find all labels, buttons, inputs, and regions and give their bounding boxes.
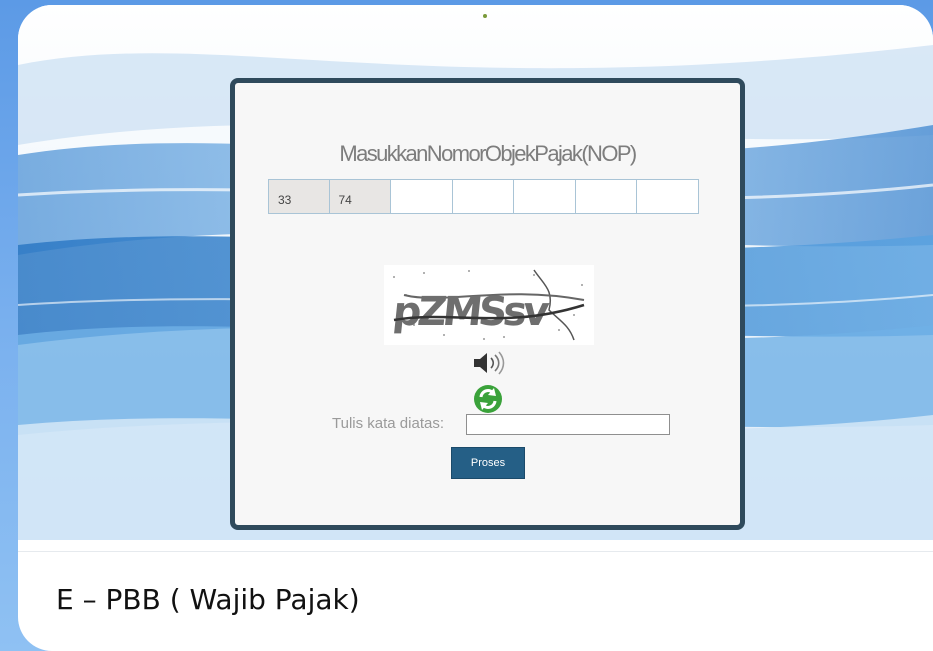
slide: MasukkanNomorObjekPajak(NOP) 33 74 pZMSs… [18, 5, 933, 651]
captcha-input[interactable] [466, 414, 670, 435]
top-dot [483, 14, 487, 18]
divider [18, 551, 933, 552]
slide-caption: E – PBB ( Wajib Pajak) [56, 583, 360, 616]
proses-button[interactable]: Proses [451, 447, 525, 479]
nop-field-6[interactable] [575, 179, 637, 214]
speaker-icon[interactable] [470, 349, 506, 377]
nop-field-4[interactable] [452, 179, 514, 214]
nop-form-panel: MasukkanNomorObjekPajak(NOP) 33 74 pZMSs… [230, 78, 745, 530]
nop-field-5[interactable] [514, 179, 576, 214]
nop-field-2[interactable]: 74 [329, 179, 391, 214]
refresh-icon[interactable] [472, 383, 504, 415]
nop-input-row: 33 74 [268, 179, 699, 214]
captcha-text: pZMSsv [391, 289, 552, 335]
nop-field-1[interactable]: 33 [268, 179, 330, 214]
nop-field-3[interactable] [391, 179, 453, 214]
captcha-image: pZMSsv [384, 265, 594, 345]
nop-field-7[interactable] [637, 179, 699, 214]
form-title: MasukkanNomorObjekPajak(NOP) [339, 141, 637, 166]
captcha-label: Tulis kata diatas: [332, 415, 444, 432]
